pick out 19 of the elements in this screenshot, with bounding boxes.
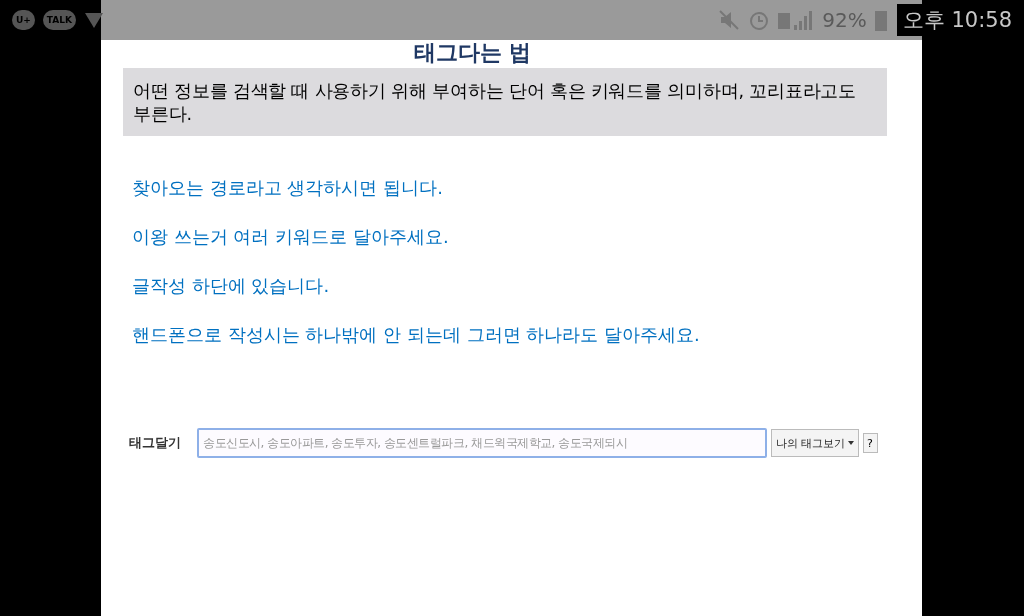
clock-time: 오후 10:58 xyxy=(896,4,1012,36)
tag-input-field[interactable]: 송도신도시, 송도아파트, 송도투자, 송도센트럴파크, 채드윅국제학교, 송도국제되시 xyxy=(197,428,767,458)
battery-percent: 92% xyxy=(822,8,867,32)
battery-icon xyxy=(874,9,887,31)
note-text: 찾아오는 경로라고 생각하시면 됩니다. xyxy=(132,176,444,200)
tag-label: 태그달기 xyxy=(129,434,182,452)
slide-title: 태그다는 법 xyxy=(413,40,532,66)
note-text: 글작성 하단에 있습니다. xyxy=(132,274,331,298)
definition-text: 어떤 정보를 검색할 때 사용하기 위해 부여하는 단어 혹은 키워드를 의미하며, 꼬리표라고도 부른다. xyxy=(123,68,887,136)
signal-icon xyxy=(778,9,815,31)
alarm-icon xyxy=(748,9,771,31)
carrier-badge: U+ xyxy=(12,10,35,30)
help-button[interactable]: ? xyxy=(862,433,878,453)
mute-icon xyxy=(718,9,741,31)
note-text: 이왕 쓰는거 여러 키워드로 달아주세요. xyxy=(132,225,450,249)
note-text: 핸드폰으로 작성시는 하나밖에 안 되는데 그러면 하나라도 달아주세요. xyxy=(132,323,700,347)
chat-badge: TALK xyxy=(42,10,76,30)
my-tags-button[interactable]: 나의 태그보기 xyxy=(771,429,859,457)
caret-icon xyxy=(847,441,854,445)
